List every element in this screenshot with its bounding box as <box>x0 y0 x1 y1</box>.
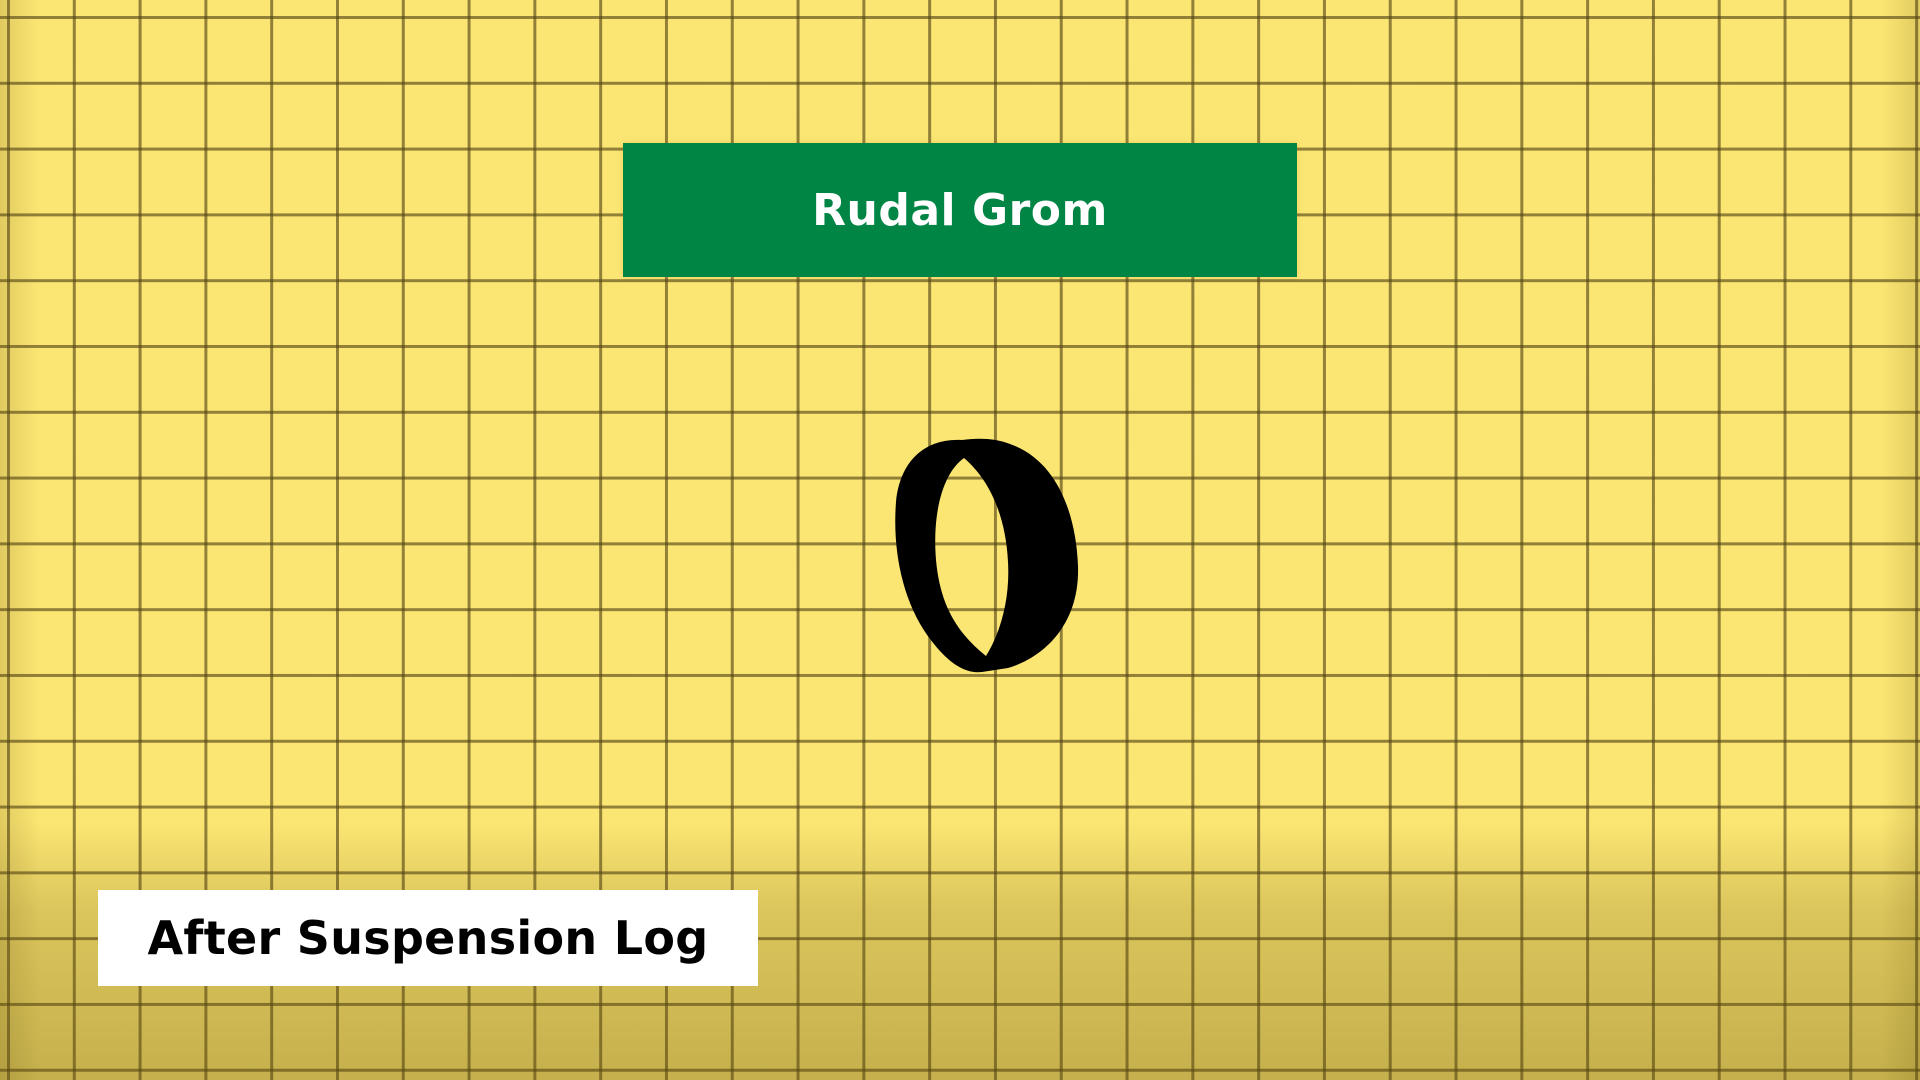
title-text: Rudal Grom <box>812 184 1108 236</box>
ring-body <box>895 438 1079 673</box>
caption-box: After Suspension Log <box>98 890 758 986</box>
caption-text: After Suspension Log <box>147 911 709 965</box>
ring-icon <box>870 432 1090 682</box>
title-banner: Rudal Grom <box>623 143 1297 277</box>
